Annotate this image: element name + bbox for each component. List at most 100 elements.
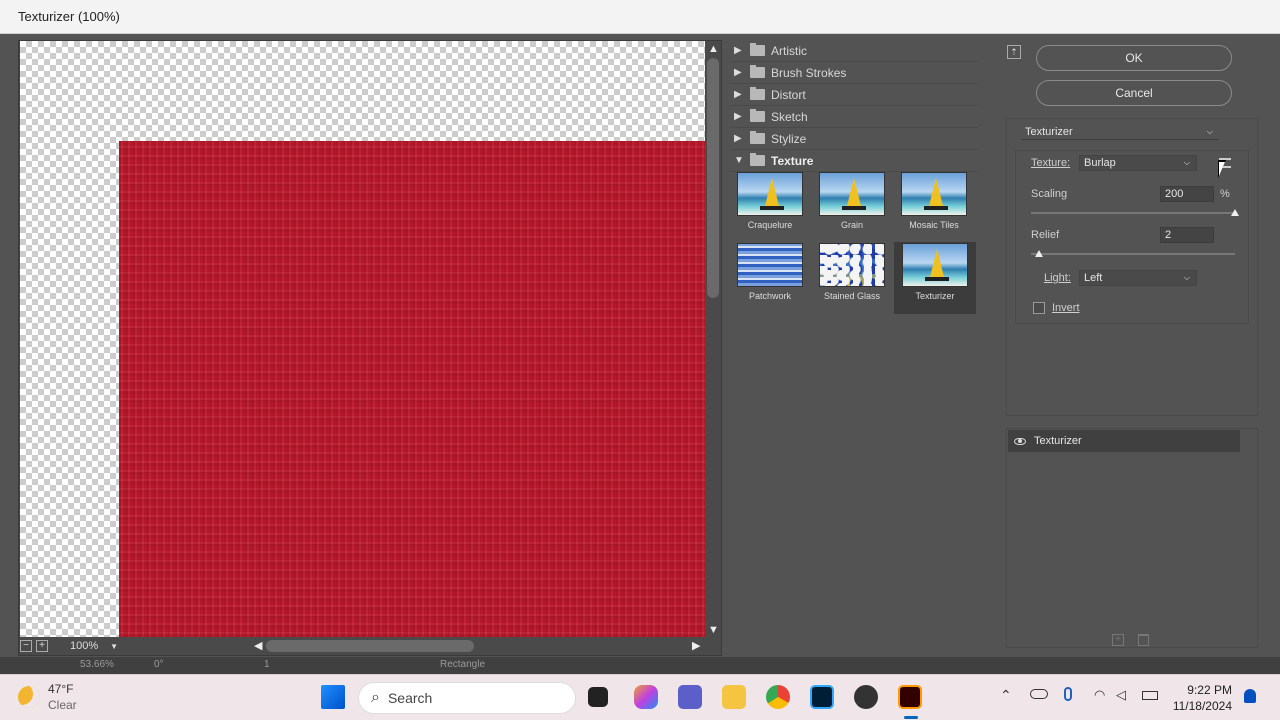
folder-icon: [750, 131, 765, 144]
relief-slider-knob[interactable]: [1035, 250, 1044, 257]
texture-dropdown[interactable]: Burlap ⌵: [1079, 155, 1197, 171]
scaling-slider-track[interactable]: [1031, 212, 1235, 214]
photoshop-icon[interactable]: [810, 685, 834, 709]
weather-temp: 47°F: [48, 682, 74, 696]
status-artboard[interactable]: 1: [264, 659, 270, 670]
collapse-arrows-icon: ⇡: [1010, 47, 1018, 57]
filter-select-dropdown[interactable]: Texturizer ⌵: [1021, 124, 1219, 140]
cancel-button[interactable]: Cancel: [1036, 80, 1232, 106]
folder-icon: [750, 109, 765, 122]
chrome-icon[interactable]: [766, 685, 790, 709]
microphone-icon[interactable]: [1064, 687, 1072, 701]
mouse-cursor-fill: [1219, 162, 1225, 176]
category-sketch[interactable]: ▶ Sketch: [730, 106, 978, 128]
collapse-gallery-button[interactable]: ⇡: [1007, 45, 1021, 59]
status-angle[interactable]: 0°: [154, 659, 164, 670]
effect-layer-row[interactable]: Texturizer: [1008, 430, 1240, 452]
expand-triangle-icon: ▶: [734, 111, 742, 122]
scroll-down-arrow-icon[interactable]: ▼: [708, 624, 719, 636]
filter-thumb-label: Grain: [840, 220, 863, 230]
illustrator-icon[interactable]: [898, 685, 922, 709]
wifi-icon[interactable]: ◠: [1094, 687, 1105, 703]
category-label: Artistic: [771, 43, 807, 58]
expand-triangle-icon: ▶: [734, 89, 742, 100]
chevron-down-icon: ⌵: [1183, 273, 1190, 282]
scroll-right-arrow-icon[interactable]: ▶: [692, 640, 700, 652]
clock-time: 9:22 PM: [1187, 683, 1232, 697]
category-label: Brush Strokes: [771, 65, 847, 80]
filter-thumb-label: Texturizer: [915, 291, 955, 301]
sailboat-thumbnail: [819, 172, 885, 216]
copilot-icon[interactable]: [634, 685, 658, 709]
dialog-title: Texturizer (100%): [18, 9, 120, 24]
battery-icon[interactable]: [1142, 691, 1158, 700]
chevron-down-icon[interactable]: ▼: [110, 642, 118, 651]
filter-thumb-label: Stained Glass: [823, 291, 881, 301]
category-texture[interactable]: ▼ Texture: [730, 150, 978, 172]
delete-effect-layer-icon[interactable]: [1138, 634, 1149, 646]
scaling-input[interactable]: 200: [1160, 186, 1214, 202]
filter-thumb-label: Craquelure: [747, 220, 793, 230]
preview-horizontal-scroll-thumb[interactable]: [266, 640, 474, 652]
preview-vertical-scroll-thumb[interactable]: [707, 58, 719, 298]
sailboat-thumbnail: [737, 172, 803, 216]
relief-input[interactable]: 2: [1160, 227, 1214, 243]
light-label: Light:: [1044, 272, 1071, 284]
task-view-icon[interactable]: [588, 687, 608, 707]
relief-slider-track[interactable]: [1031, 253, 1235, 255]
scroll-left-arrow-icon[interactable]: ◀: [254, 640, 262, 652]
filter-thumb-mosaic-tiles[interactable]: Mosaic Tiles: [898, 172, 970, 230]
search-icon: ⌕: [371, 689, 380, 706]
sailboat-thumbnail: [737, 243, 803, 287]
windows-start-icon[interactable]: [321, 685, 345, 709]
effect-layer-label: Texturizer: [1034, 435, 1082, 447]
filter-thumb-label: Mosaic Tiles: [909, 220, 959, 230]
invert-checkbox[interactable]: [1033, 302, 1045, 314]
texture-label: Texture:: [1031, 157, 1071, 169]
filter-thumb-stained-glass[interactable]: Stained Glass: [816, 243, 888, 301]
new-effect-layer-icon[interactable]: +: [1112, 634, 1124, 646]
texture-filter-thumbnails: Craquelure Grain Mosaic Tiles Patchwork …: [734, 170, 980, 316]
chevron-up-icon[interactable]: ⌃: [1000, 687, 1012, 704]
expand-triangle-icon: ▶: [734, 67, 742, 78]
ok-button[interactable]: OK: [1036, 45, 1232, 71]
volume-icon[interactable]: ◁: [1116, 687, 1126, 703]
filter-thumb-label: Patchwork: [748, 291, 792, 301]
category-artistic[interactable]: ▶ Artistic: [730, 40, 978, 62]
category-stylize[interactable]: ▶ Stylize: [730, 128, 978, 150]
status-tool: Rectangle: [440, 659, 486, 670]
scaling-slider-knob[interactable]: [1231, 209, 1239, 216]
sailboat-thumbnail: [901, 172, 967, 216]
zoom-out-button[interactable]: −: [20, 640, 32, 652]
taskbar-clock[interactable]: 9:22 PM 11/18/2024: [1173, 682, 1232, 714]
category-label: Sketch: [771, 109, 808, 124]
light-dropdown[interactable]: Left ⌵: [1079, 270, 1197, 286]
filter-thumb-craquelure[interactable]: Craquelure: [734, 172, 806, 230]
weather-condition: Clear: [48, 698, 77, 712]
preview-zoom-controls: − + 100% ▼: [20, 638, 130, 654]
expand-triangle-icon: ▶: [734, 133, 742, 144]
file-explorer-icon[interactable]: [722, 685, 746, 709]
filter-thumb-grain[interactable]: Grain: [816, 172, 888, 230]
weather-widget[interactable]: 47°F Clear: [18, 681, 77, 713]
zoom-level[interactable]: 100%: [70, 640, 98, 652]
scroll-up-arrow-icon[interactable]: ▲: [708, 43, 719, 55]
taskbar-search-box[interactable]: ⌕ Search: [358, 682, 576, 714]
search-placeholder: Search: [387, 690, 433, 706]
chevron-down-icon: ⌵: [1183, 158, 1190, 167]
teams-icon[interactable]: [678, 685, 702, 709]
filter-thumb-patchwork[interactable]: Patchwork: [734, 243, 806, 301]
obs-icon[interactable]: [854, 685, 878, 709]
notification-bell-icon[interactable]: [1244, 689, 1256, 703]
relief-label: Relief: [1031, 229, 1060, 241]
light-value: Left: [1084, 272, 1103, 284]
status-zoom[interactable]: 53.66%: [80, 659, 114, 670]
eye-visibility-icon[interactable]: [1014, 437, 1026, 445]
scaling-unit: %: [1220, 188, 1230, 200]
folder-icon: [750, 65, 765, 78]
zoom-in-button[interactable]: +: [36, 640, 48, 652]
filter-thumb-texturizer[interactable]: Texturizer: [894, 242, 976, 314]
category-brush-strokes[interactable]: ▶ Brush Strokes: [730, 62, 978, 84]
category-distort[interactable]: ▶ Distort: [730, 84, 978, 106]
onedrive-cloud-icon[interactable]: [1030, 689, 1048, 699]
